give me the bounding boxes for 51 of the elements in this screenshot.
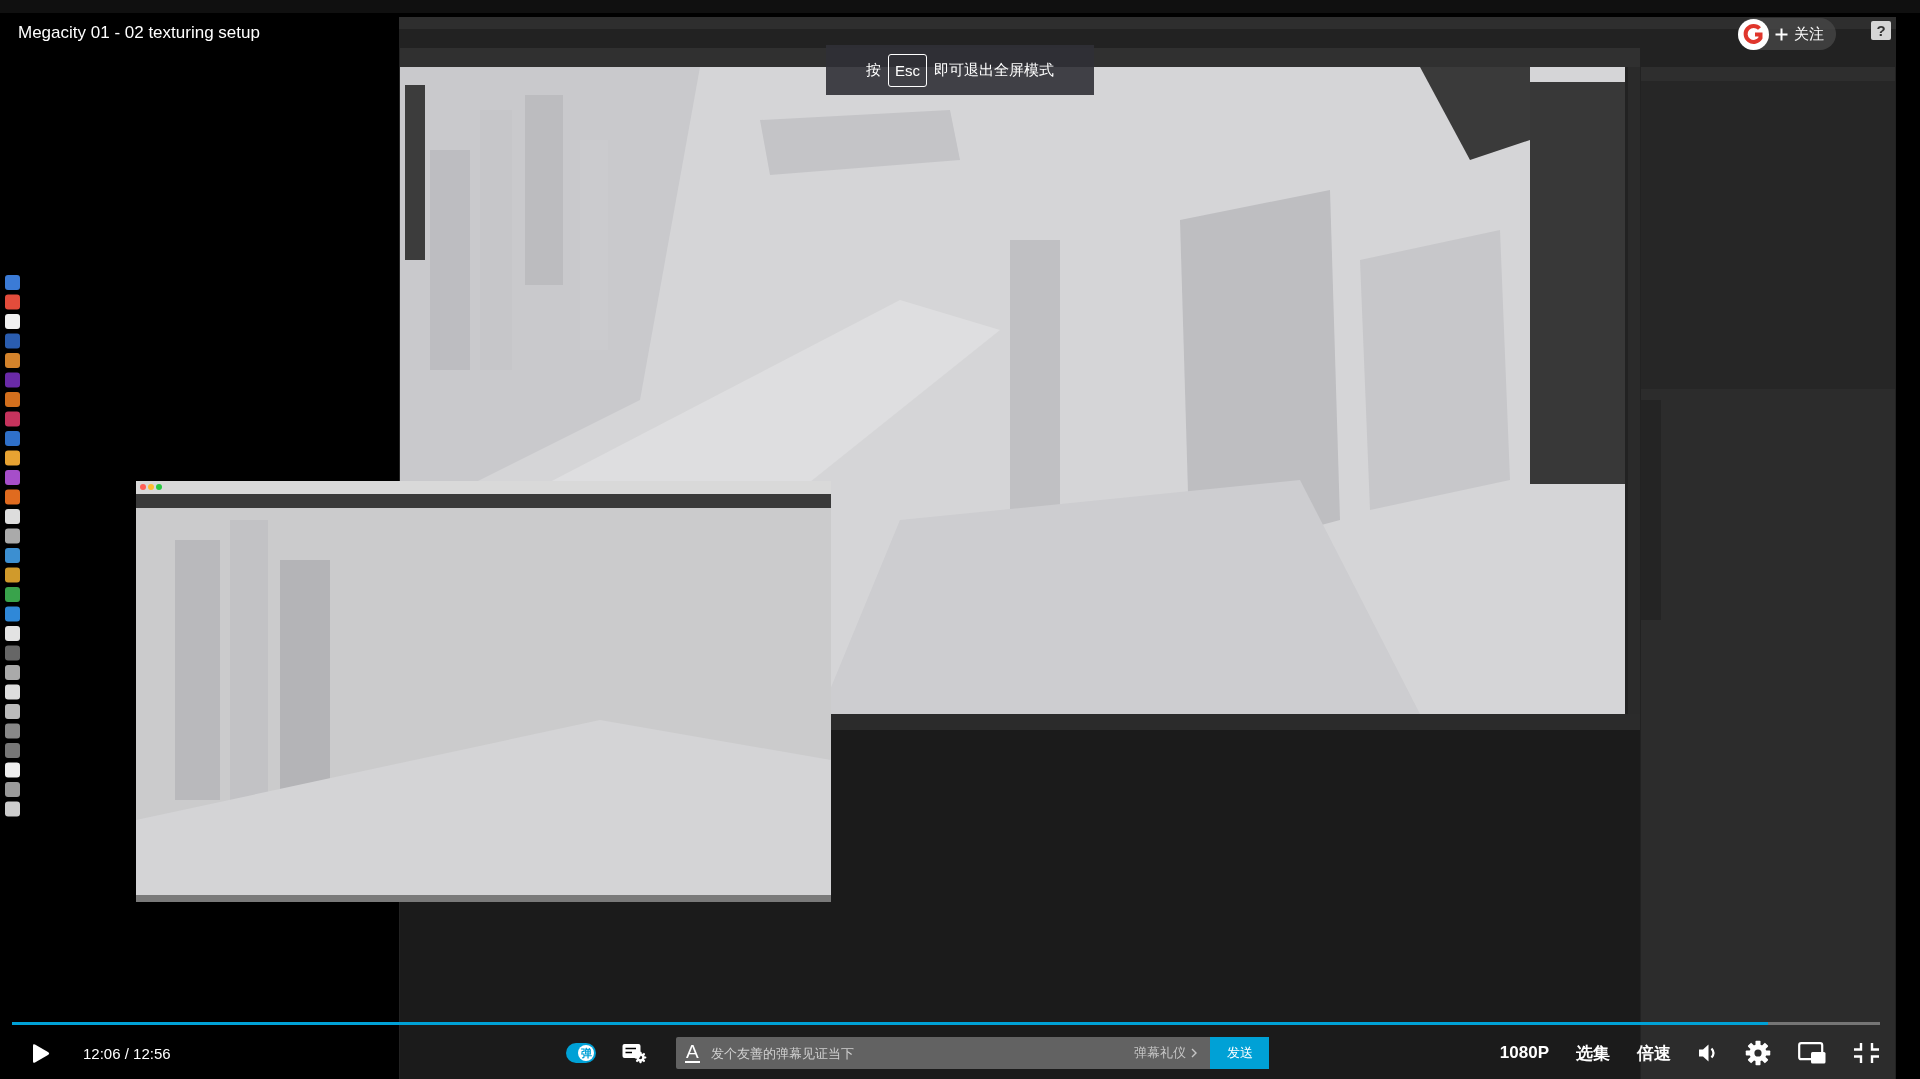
dock-app-icon xyxy=(5,275,20,290)
chevron-right-icon xyxy=(1191,1048,1197,1058)
dock-app-icon xyxy=(5,489,20,505)
dock-app-icon xyxy=(5,372,20,388)
dock-app-icon xyxy=(5,801,20,817)
quality-button[interactable]: 1080P xyxy=(1499,1043,1549,1063)
dock-app-icon xyxy=(5,782,20,797)
dock-app-icon xyxy=(5,645,20,661)
dock-app-icon xyxy=(5,548,20,563)
dock-app-icon xyxy=(5,333,20,349)
episodes-button[interactable]: 选集 xyxy=(1576,1041,1610,1065)
key-cap: Esc xyxy=(888,53,927,87)
danmaku-etiquette-link[interactable]: 弹幕礼仪 xyxy=(1134,1044,1197,1062)
dock-app-icon xyxy=(5,587,20,602)
dock-app-icon xyxy=(5,606,20,622)
dock-app-icon xyxy=(5,431,20,446)
dock-app-icon xyxy=(5,743,20,758)
dock-app-icon xyxy=(5,509,20,524)
play-icon[interactable] xyxy=(31,1042,50,1064)
speed-button[interactable]: 倍速 xyxy=(1637,1041,1671,1065)
dock-app-icon xyxy=(5,626,20,641)
dock-app-icon xyxy=(5,470,20,485)
dock-app-icon xyxy=(5,528,20,544)
dock-app-icon xyxy=(5,704,20,719)
dock-app-icon xyxy=(5,353,20,368)
danmaku-settings-icon[interactable] xyxy=(622,1042,647,1064)
video-title: Megacity 01 - 02 texturing setup xyxy=(18,22,260,44)
dock-app-icon xyxy=(5,684,20,700)
dock-app-icon xyxy=(5,411,20,427)
exit-fullscreen-icon[interactable] xyxy=(1853,1042,1880,1064)
dock-app-icon xyxy=(5,450,20,466)
danmaku-input[interactable]: 发个友善的弹幕见证当下 xyxy=(710,1043,1123,1063)
help-button[interactable]: ? xyxy=(1871,21,1891,40)
avatar-logo-icon xyxy=(1738,18,1769,50)
plus-icon xyxy=(1775,27,1788,41)
dock-app-icon xyxy=(5,723,20,739)
follow-button[interactable]: 关注 xyxy=(1738,18,1836,50)
volume-icon[interactable] xyxy=(1698,1043,1718,1063)
notice-text: 即可退出全屏模式 xyxy=(934,60,1054,80)
danmaku-input-field[interactable]: A 发个友善的弹幕见证当下 弹幕礼仪 xyxy=(676,1037,1210,1069)
text-style-button[interactable]: A xyxy=(685,1043,700,1063)
dock-app-icon xyxy=(5,762,20,778)
picture-in-picture-icon[interactable] xyxy=(1798,1042,1826,1064)
dock-app-icon xyxy=(5,392,20,407)
dock-app-icon xyxy=(5,665,20,680)
dock-app-icon xyxy=(5,314,20,329)
notice-text: 按 xyxy=(866,60,881,80)
time-display: 12:06 / 12:56 xyxy=(83,1044,171,1062)
dock-app-icon xyxy=(5,567,20,583)
dock-app-icon xyxy=(5,294,20,310)
settings-icon[interactable] xyxy=(1745,1040,1771,1066)
